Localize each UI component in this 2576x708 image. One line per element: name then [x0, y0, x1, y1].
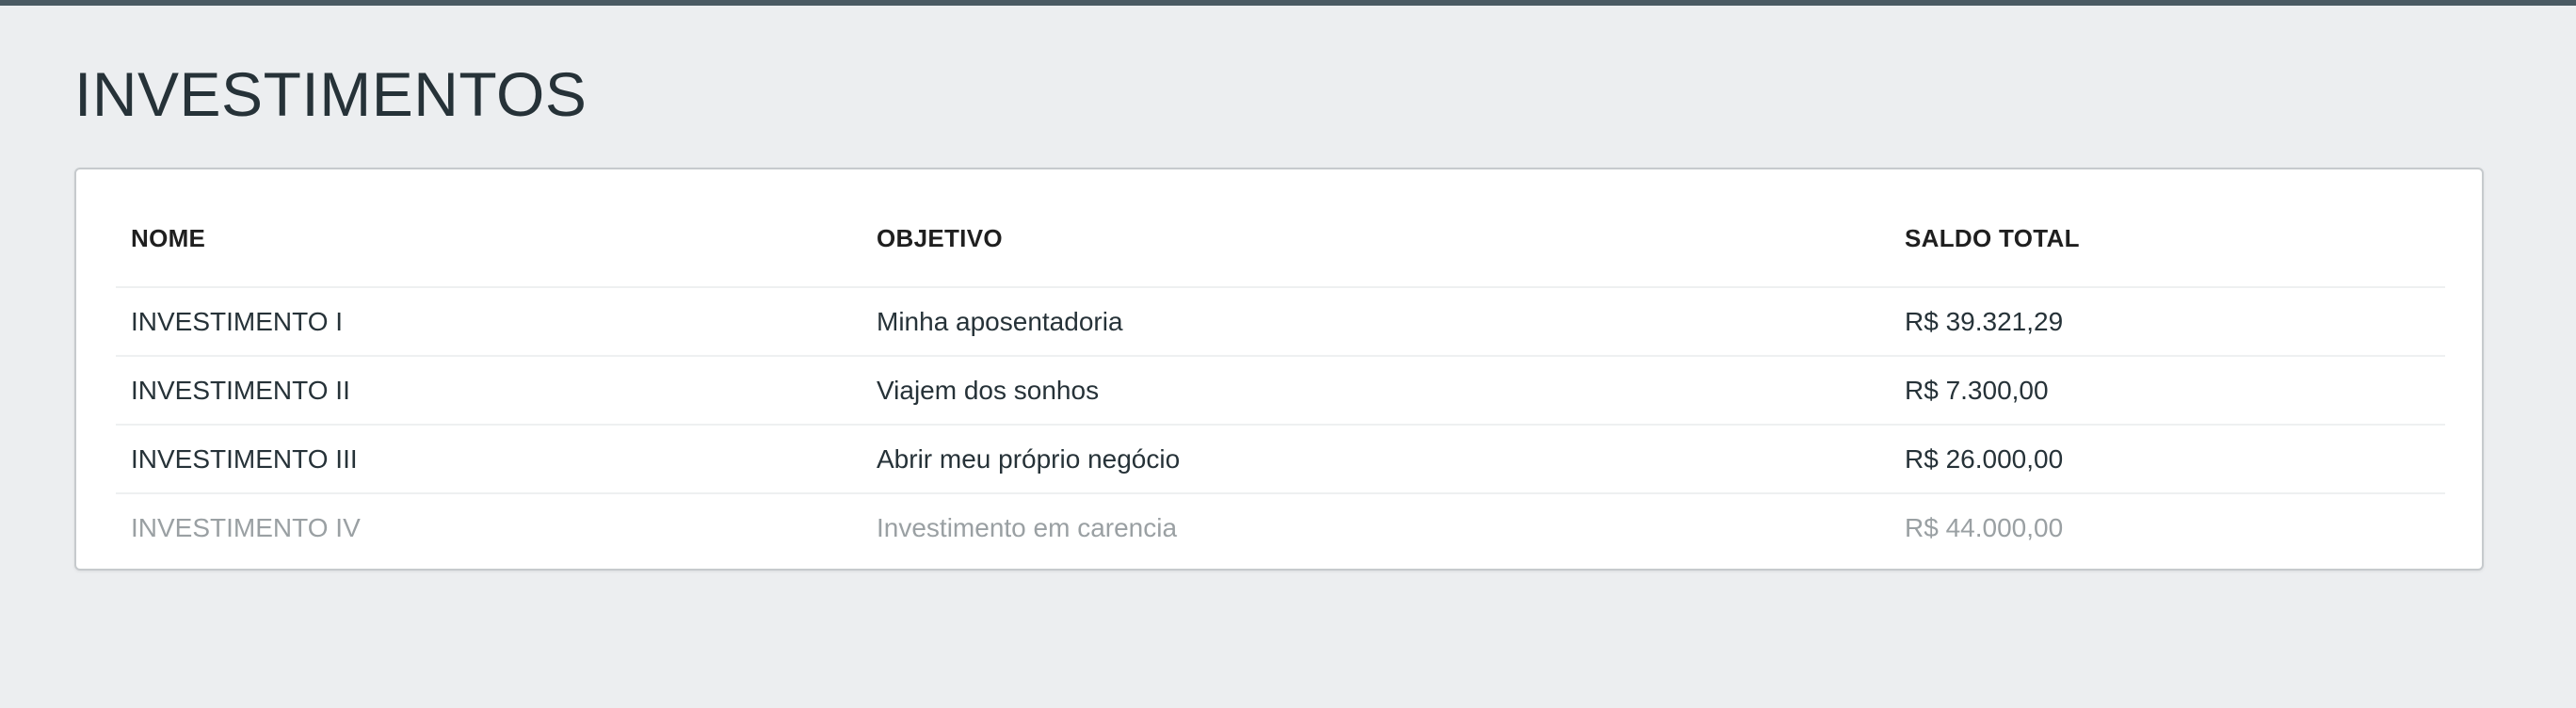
table-row[interactable]: INVESTIMENTO III Abrir meu próprio negóc…: [116, 424, 2445, 493]
table-row[interactable]: INVESTIMENTO II Viajem dos sonhos R$ 7.3…: [116, 355, 2445, 425]
investment-balance: R$ 44.000,00: [1890, 492, 2445, 561]
investment-name: INVESTIMENTO II: [116, 355, 861, 425]
investments-table: NOME OBJETIVO SALDO TOTAL INVESTIMENTO I…: [116, 190, 2445, 561]
investment-goal: Abrir meu próprio negócio: [861, 424, 1890, 493]
table-row[interactable]: INVESTIMENTO I Minha aposentadoria R$ 39…: [116, 286, 2445, 356]
investment-name: INVESTIMENTO I: [116, 286, 861, 356]
investment-balance: R$ 39.321,29: [1890, 286, 2445, 356]
investment-balance: R$ 26.000,00: [1890, 424, 2445, 493]
page-title: INVESTIMENTOS: [74, 59, 588, 129]
investment-goal: Viajem dos sonhos: [861, 355, 1890, 425]
top-bar: [0, 0, 2576, 6]
investment-name: INVESTIMENTO IV: [116, 492, 861, 561]
investment-balance: R$ 7.300,00: [1890, 355, 2445, 425]
investments-card: NOME OBJETIVO SALDO TOTAL INVESTIMENTO I…: [74, 168, 2484, 571]
investment-goal: Minha aposentadoria: [861, 286, 1890, 356]
investment-goal: Investimento em carencia: [861, 492, 1890, 561]
column-header-goal: OBJETIVO: [877, 223, 1003, 252]
column-header-balance: SALDO TOTAL: [1905, 223, 2080, 252]
column-header-name: NOME: [131, 223, 206, 252]
table-row-disabled: INVESTIMENTO IV Investimento em carencia…: [116, 492, 2445, 561]
table-header-row: NOME OBJETIVO SALDO TOTAL: [116, 190, 2445, 287]
investment-name: INVESTIMENTO III: [116, 424, 861, 493]
